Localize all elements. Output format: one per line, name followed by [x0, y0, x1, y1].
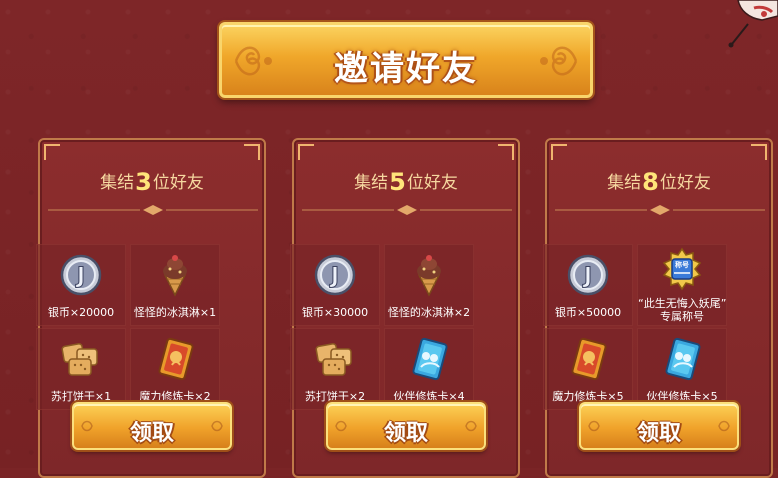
reward-slot[interactable]: 伙伴修炼卡×4: [384, 328, 474, 410]
claim-button[interactable]: 领取: [579, 402, 739, 450]
silver-coin-icon: J: [314, 254, 356, 296]
panel-title: 集结5位好友: [294, 168, 518, 196]
corner-ornament: [751, 144, 767, 160]
reward-panel-8-friends: 集结8位好友 J 银币×50000 称号 “此生无悔入妖尾” 专属称号 魔力修炼…: [543, 138, 773, 478]
corner-ornament: [44, 144, 60, 160]
button-ornament-icon: [465, 420, 477, 432]
magic-training-card-icon: [158, 337, 194, 381]
reward-panel-3-friends: 集结3位好友 J 银币×20000 怪怪的冰淇淋×1 苏打饼干×1 魔力修炼卡×…: [36, 138, 266, 478]
invite-friends-banner: 邀请好友: [219, 22, 593, 98]
friend-count: 5: [389, 168, 406, 196]
reward-label: 怪怪的冰淇淋×1: [133, 306, 217, 319]
panel-title: 集结3位好友: [40, 168, 264, 196]
reward-label: 银币×20000: [47, 306, 115, 319]
title-badge-icon: 称号: [662, 247, 702, 291]
reward-slot[interactable]: J 银币×20000: [36, 244, 126, 326]
reward-slot[interactable]: 魔力修炼卡×2: [130, 328, 220, 410]
reward-label: 银币×50000: [554, 306, 622, 319]
soda-cracker-icon: [315, 343, 352, 376]
title-prefix: 集结: [100, 173, 135, 193]
reward-panel-5-friends: 集结5位好友 J 银币×30000 怪怪的冰淇淋×2 苏打饼干×2 伙伴修炼卡×…: [290, 138, 520, 478]
friend-count: 3: [135, 168, 152, 196]
panel-title: 集结8位好友: [547, 168, 771, 196]
soda-cracker-icon: [61, 343, 98, 376]
claim-button-label: 领取: [636, 421, 681, 446]
ornament-icon: [540, 46, 578, 76]
character-decoration-icon: [728, 0, 778, 48]
ice-cream-icon: [417, 255, 441, 297]
silver-coin-icon: J: [567, 254, 609, 296]
divider-ornament: [555, 205, 765, 215]
reward-slot[interactable]: 称号 “此生无悔入妖尾” 专属称号: [637, 244, 727, 326]
reward-slot[interactable]: J 银币×50000: [543, 244, 633, 326]
claim-button-label: 领取: [129, 421, 174, 446]
reward-slot[interactable]: 怪怪的冰淇淋×1: [130, 244, 220, 326]
button-ornament-icon: [211, 420, 223, 432]
reward-slot[interactable]: 伙伴修炼卡×5: [637, 328, 727, 410]
corner-ornament: [244, 144, 260, 160]
svg-text:J: J: [75, 264, 85, 289]
badge-text: 称号: [675, 260, 689, 269]
corner-ornament: [498, 144, 514, 160]
corner-ornament: [298, 144, 314, 160]
reward-slot[interactable]: 苏打饼干×2: [290, 328, 380, 410]
title-prefix: 集结: [607, 173, 642, 193]
reward-slot[interactable]: 怪怪的冰淇淋×2: [384, 244, 474, 326]
claim-button[interactable]: 领取: [326, 402, 486, 450]
corner-ornament: [551, 144, 567, 160]
claim-button-label: 领取: [383, 421, 428, 446]
magic-training-card-icon: [571, 337, 607, 381]
divider-ornament: [48, 205, 258, 215]
reward-label-line2: 专属称号: [660, 310, 704, 323]
claim-button[interactable]: 领取: [72, 402, 232, 450]
reward-slot[interactable]: J 银币×30000: [290, 244, 380, 326]
ice-cream-icon: [163, 255, 187, 297]
divider-ornament: [302, 205, 512, 215]
button-ornament-icon: [718, 420, 730, 432]
title-suffix: 位好友: [659, 173, 711, 193]
partner-training-card-icon: [412, 337, 448, 381]
reward-slot[interactable]: 魔力修炼卡×5: [543, 328, 633, 410]
partner-training-card-icon: [665, 337, 701, 381]
title-suffix: 位好友: [152, 173, 204, 193]
silver-coin-icon: J: [60, 254, 102, 296]
reward-label: 怪怪的冰淇淋×2: [387, 306, 471, 319]
reward-label-line1: “此生无悔入妖尾”: [638, 297, 727, 310]
friend-count: 8: [642, 168, 659, 196]
reward-slot[interactable]: 苏打饼干×1: [36, 328, 126, 410]
svg-text:J: J: [582, 264, 592, 289]
reward-label: “此生无悔入妖尾” 专属称号: [638, 297, 726, 323]
title-prefix: 集结: [354, 173, 389, 193]
svg-text:J: J: [329, 264, 339, 289]
reward-label: 银币×30000: [301, 306, 369, 319]
title-suffix: 位好友: [406, 173, 458, 193]
